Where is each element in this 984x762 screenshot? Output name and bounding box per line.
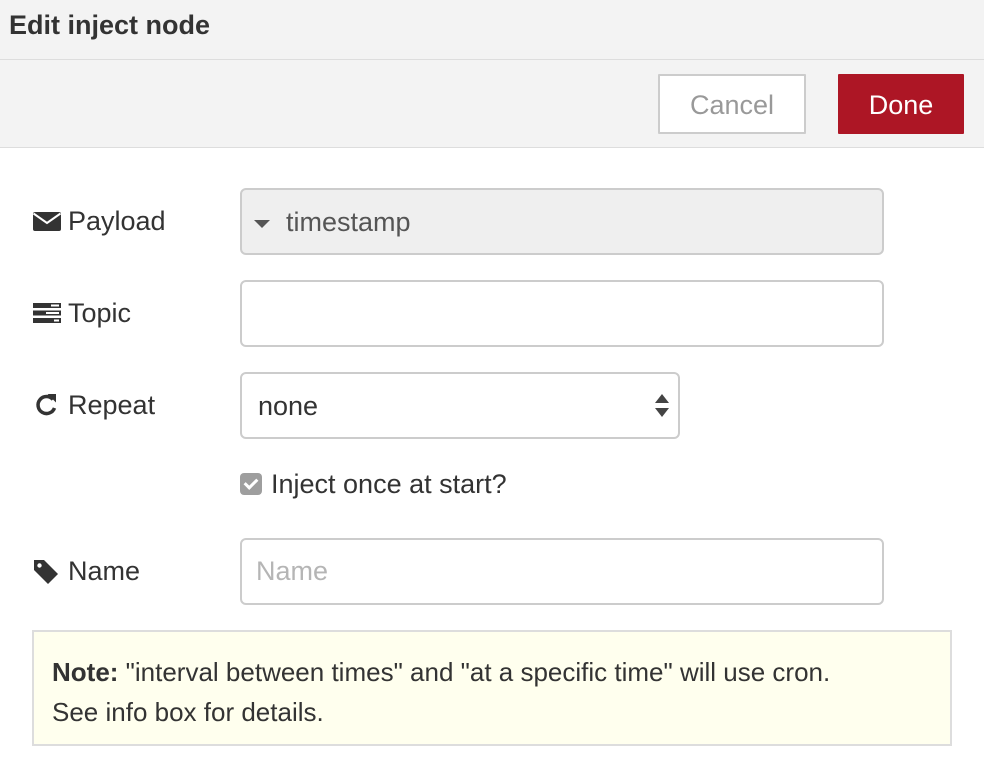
payload-value: timestamp: [286, 207, 411, 237]
name-label-text: Name: [68, 556, 141, 586]
note-line-1: Note: "interval between times" and "at a…: [52, 652, 932, 692]
done-button[interactable]: Done: [838, 74, 964, 134]
repeat-label: Repeat: [32, 388, 155, 422]
topic-label-text: Topic: [68, 298, 132, 328]
inject-once-checkbox[interactable]: [240, 473, 262, 495]
inject-once-label[interactable]: Inject once at start?: [271, 466, 507, 502]
dialog-title-bar: Edit inject node: [0, 0, 984, 60]
repeat-select[interactable]: none: [240, 372, 680, 439]
repeat-value: none: [258, 391, 319, 421]
name-input[interactable]: [240, 538, 884, 605]
select-arrows-icon: [654, 392, 670, 420]
payload-type-select[interactable]: timestamp: [240, 188, 884, 255]
envelope-icon: [32, 207, 62, 235]
note-line-2: See info box for details.: [52, 697, 324, 727]
topic-label: Topic: [32, 296, 131, 330]
caret-down-icon: [254, 220, 270, 228]
cancel-button[interactable]: Cancel: [658, 74, 806, 134]
repeat-icon: [32, 391, 62, 419]
topic-input[interactable]: [240, 280, 884, 347]
note-box: Note: "interval between times" and "at a…: [32, 630, 952, 746]
inject-once-row: Inject once at start?: [240, 466, 507, 502]
name-label: Name: [32, 554, 140, 588]
dialog-title: Edit inject node: [9, 10, 211, 40]
payload-label-text: Payload: [68, 206, 166, 236]
note-text: "interval between times" and "at a speci…: [118, 657, 831, 687]
repeat-label-text: Repeat: [68, 390, 156, 420]
payload-label: Payload: [32, 204, 166, 238]
edit-inject-node-dialog: Edit inject node Cancel Done Payload tim…: [0, 0, 984, 762]
tag-icon: [32, 557, 62, 585]
dialog-button-bar: Cancel Done: [0, 60, 984, 148]
tasks-icon: [32, 299, 62, 327]
note-prefix: Note:: [52, 657, 119, 687]
